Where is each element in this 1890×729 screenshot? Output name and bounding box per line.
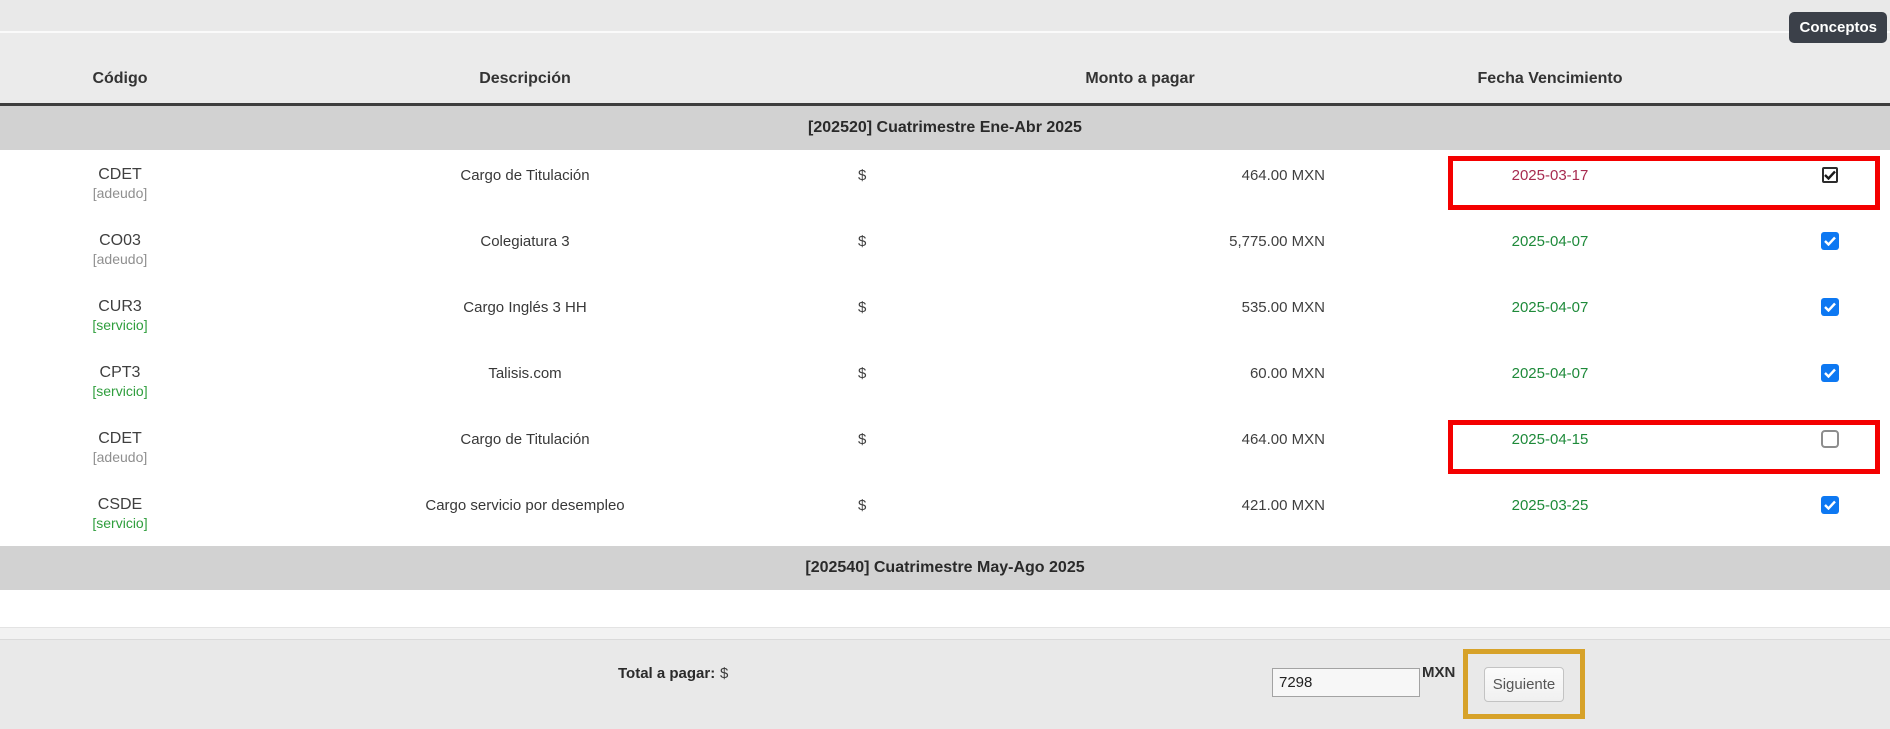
amount-value: 464.00 MXN [1242, 430, 1325, 480]
concept-code: CSDE [98, 495, 142, 514]
fecha-cell: 2025-04-07 [1330, 216, 1770, 282]
checkmark-icon [1824, 236, 1836, 246]
concept-code: CO03 [99, 231, 141, 250]
checkbox-cell [1770, 150, 1890, 216]
monto-cell: $60.00 MXN [810, 348, 1330, 414]
checkbox-cell [1770, 348, 1890, 414]
table-header-row: Código Descripción Monto a pagar Fecha V… [0, 33, 1890, 106]
row-checkbox[interactable] [1821, 364, 1839, 382]
concept-type-tag: [servicio] [92, 514, 147, 533]
codigo-cell: CO03[adeudo] [0, 216, 240, 282]
codigo-cell: CSDE[servicio] [0, 480, 240, 546]
fecha-cell: 2025-04-07 [1330, 348, 1770, 414]
due-date: 2025-03-25 [1330, 496, 1770, 516]
row-checkbox[interactable] [1821, 298, 1839, 316]
currency-symbol: $ [858, 430, 866, 480]
concept-type-tag: [adeudo] [93, 448, 148, 467]
amount-value: 421.00 MXN [1242, 496, 1325, 546]
fecha-cell: 2025-04-15 [1330, 414, 1770, 480]
currency-symbol: $ [858, 166, 866, 216]
checkmark-icon [1824, 170, 1836, 180]
table-row: CO03[adeudo]Colegiatura 3$5,775.00 MXN20… [0, 216, 1890, 282]
currency-symbol: $ [858, 298, 866, 348]
codigo-cell: CDET[adeudo] [0, 150, 240, 216]
due-date: 2025-03-17 [1330, 166, 1770, 186]
monto-cell: $5,775.00 MXN [810, 216, 1330, 282]
codigo-cell: CPT3[servicio] [0, 348, 240, 414]
bottom-spacer [0, 590, 1890, 627]
monto-cell: $421.00 MXN [810, 480, 1330, 546]
concept-code: CPT3 [100, 363, 141, 382]
table-row: CUR3[servicio]Cargo Inglés 3 HH$535.00 M… [0, 282, 1890, 348]
table-row: CPT3[servicio]Talisis.com$60.00 MXN2025-… [0, 348, 1890, 414]
column-header-fecha: Fecha Vencimiento [1330, 70, 1770, 103]
total-label: Total a pagar: [618, 665, 715, 682]
column-header-monto: Monto a pagar [810, 70, 1330, 103]
description-cell: Cargo servicio por desempleo [240, 480, 810, 546]
section-header: [202540] Cuatrimestre May-Ago 2025 [0, 546, 1890, 590]
monto-cell: $535.00 MXN [810, 282, 1330, 348]
codigo-cell: CDET[adeudo] [0, 414, 240, 480]
total-amount-input[interactable] [1272, 668, 1420, 697]
description-cell: Cargo Inglés 3 HH [240, 282, 810, 348]
checkmark-icon [1824, 368, 1836, 378]
currency-symbol: $ [858, 496, 866, 546]
due-date: 2025-04-15 [1330, 430, 1770, 450]
checkmark-icon [1824, 302, 1836, 312]
due-date: 2025-04-07 [1330, 232, 1770, 252]
fecha-cell: 2025-03-17 [1330, 150, 1770, 216]
description-cell: Cargo de Titulación [240, 150, 810, 216]
due-date: 2025-04-07 [1330, 298, 1770, 318]
pre-footer-strip [0, 627, 1890, 640]
concept-type-tag: [servicio] [92, 316, 147, 335]
checkmark-icon [1824, 500, 1836, 510]
row-checkbox[interactable] [1821, 496, 1839, 514]
row-checkbox[interactable] [1821, 430, 1839, 448]
concept-type-tag: [adeudo] [93, 184, 148, 203]
amount-value: 464.00 MXN [1242, 166, 1325, 216]
siguiente-button[interactable]: Siguiente [1484, 667, 1564, 702]
description-cell: Colegiatura 3 [240, 216, 810, 282]
concept-type-tag: [adeudo] [93, 250, 148, 269]
column-header-descripcion: Descripción [240, 70, 810, 103]
monto-cell: $464.00 MXN [810, 414, 1330, 480]
amount-value: 5,775.00 MXN [1229, 232, 1325, 282]
checkbox-cell [1770, 480, 1890, 546]
fecha-cell: 2025-03-25 [1330, 480, 1770, 546]
row-checkbox[interactable] [1822, 167, 1838, 183]
total-footer: Total a pagar: $ MXN Siguiente [0, 640, 1890, 729]
total-currency-symbol: $ [720, 665, 728, 682]
codigo-cell: CUR3[servicio] [0, 282, 240, 348]
amount-value: 535.00 MXN [1242, 298, 1325, 348]
checkbox-cell [1770, 216, 1890, 282]
top-bar [0, 0, 1890, 33]
next-button-highlight-box: Siguiente [1463, 649, 1585, 719]
conceptos-tooltip: Conceptos [1789, 12, 1887, 43]
monto-cell: $464.00 MXN [810, 150, 1330, 216]
checkbox-cell [1770, 414, 1890, 480]
description-cell: Cargo de Titulación [240, 414, 810, 480]
currency-symbol: $ [858, 364, 866, 414]
checkbox-cell [1770, 282, 1890, 348]
currency-code-label: MXN [1422, 664, 1455, 681]
section-header: [202520] Cuatrimestre Ene-Abr 2025 [0, 106, 1890, 150]
concept-code: CUR3 [98, 297, 142, 316]
table-row: CDET[adeudo]Cargo de Titulación$464.00 M… [0, 414, 1890, 480]
row-checkbox[interactable] [1821, 232, 1839, 250]
description-cell: Talisis.com [240, 348, 810, 414]
amount-value: 60.00 MXN [1250, 364, 1325, 414]
column-header-checkbox [1770, 88, 1890, 103]
table-row: CDET[adeudo]Cargo de Titulación$464.00 M… [0, 150, 1890, 216]
fecha-cell: 2025-04-07 [1330, 282, 1770, 348]
concept-type-tag: [servicio] [92, 382, 147, 401]
column-header-codigo: Código [0, 70, 240, 103]
table-row: CSDE[servicio]Cargo servicio por desempl… [0, 480, 1890, 546]
table-body: [202520] Cuatrimestre Ene-Abr 2025CDET[a… [0, 106, 1890, 590]
concept-code: CDET [98, 165, 142, 184]
due-date: 2025-04-07 [1330, 364, 1770, 384]
currency-symbol: $ [858, 232, 866, 282]
concept-code: CDET [98, 429, 142, 448]
